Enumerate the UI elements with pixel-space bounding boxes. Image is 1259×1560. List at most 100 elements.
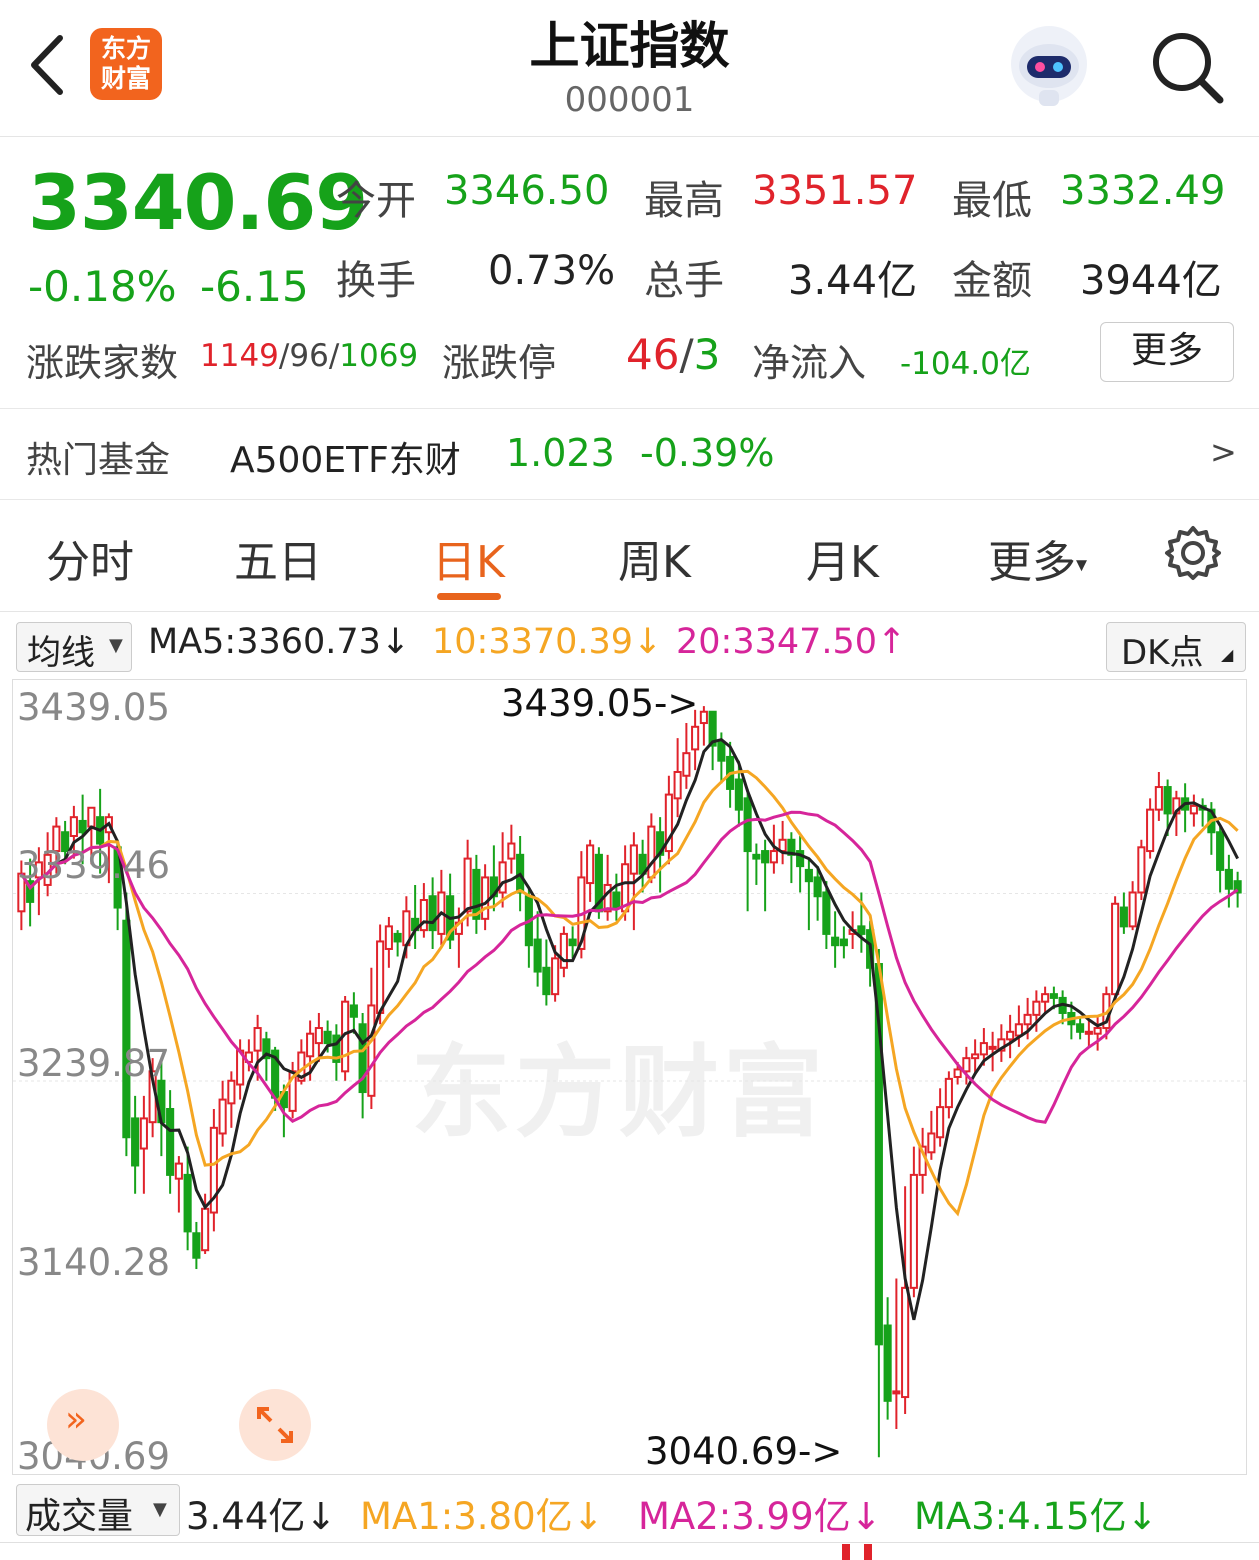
- candle-body: [691, 725, 700, 751]
- turnover-value: 0.73%: [488, 248, 616, 294]
- breadth-values: 1149/96/1069: [200, 338, 419, 374]
- open-value: 3346.50: [444, 168, 610, 214]
- dk-button-label: DK点: [1121, 633, 1204, 673]
- turnover-label: 换手: [336, 258, 416, 304]
- candle-body: [323, 1030, 332, 1045]
- candle-body: [892, 1390, 901, 1395]
- y-tick-label: 3140.28: [17, 1241, 171, 1284]
- double-chevron-icon: »: [65, 1399, 88, 1440]
- candle-body: [306, 1032, 315, 1058]
- low-value: 3332.49: [1060, 168, 1226, 214]
- tab-more[interactable]: 更多▾: [988, 526, 1087, 590]
- corner-triangle-icon: ◢: [1221, 645, 1234, 664]
- breadth-flat: 96: [289, 338, 329, 374]
- candle-body: [384, 925, 393, 950]
- dk-point-button[interactable]: DK点 ◢: [1106, 622, 1246, 673]
- ma10-line: [20, 769, 1239, 1217]
- candle-body: [559, 932, 568, 969]
- ma-selector[interactable]: 均线 ▼: [16, 622, 132, 673]
- change-amount: -6.15: [200, 262, 309, 311]
- candle-body: [1084, 1030, 1093, 1035]
- amount-label: 金额: [952, 258, 1032, 304]
- hot-fund-label: 热门基金: [26, 440, 171, 481]
- candle-body: [139, 1117, 148, 1150]
- candle-body: [367, 1004, 376, 1097]
- tab-weekly-k[interactable]: 周K: [618, 526, 691, 590]
- tab-monthly-k[interactable]: 月K: [806, 526, 879, 590]
- limit-label: 涨跌停: [442, 341, 557, 385]
- candle-body: [69, 816, 78, 838]
- open-label: 今开: [336, 178, 416, 224]
- candle-body: [227, 1079, 236, 1105]
- tab-more-label: 更多: [988, 537, 1076, 588]
- candle-body: [1128, 891, 1137, 928]
- candle-body: [831, 936, 840, 947]
- candle-body: [971, 1053, 980, 1060]
- volume-selector[interactable]: 成交量 ▼: [16, 1484, 180, 1537]
- candle-body: [804, 868, 813, 883]
- candle-body: [1076, 1023, 1085, 1033]
- candle-body: [752, 853, 761, 860]
- candle-body: [1093, 1027, 1102, 1035]
- more-button[interactable]: 更多: [1100, 322, 1234, 382]
- expand-left-button[interactable]: »: [47, 1389, 119, 1461]
- candle-body: [682, 752, 691, 777]
- caret-down-icon: ▼: [109, 635, 123, 656]
- high-value: 3351.57: [752, 168, 918, 214]
- fullscreen-button[interactable]: [239, 1389, 311, 1461]
- candle-body: [761, 850, 770, 864]
- tab-five-day[interactable]: 五日: [234, 526, 322, 590]
- kline-chart[interactable]: 东方财富 3439.05 3339.46 3239.87 3140.28 304…: [12, 679, 1247, 1478]
- candle-body: [1119, 906, 1128, 928]
- volume-ma1: MA1:3.80亿↓: [360, 1495, 604, 1538]
- divider: [0, 611, 1259, 612]
- candle-body: [936, 1106, 945, 1139]
- breadth-up: 1149: [200, 338, 279, 374]
- candle-body: [1163, 786, 1172, 815]
- candle-body: [463, 857, 472, 913]
- robot-assistant-icon[interactable]: [1003, 24, 1095, 110]
- candle-body: [1137, 846, 1146, 894]
- candle-body: [1049, 993, 1058, 999]
- candle-body: [166, 1107, 175, 1176]
- search-icon[interactable]: [1148, 28, 1226, 106]
- candle-body: [857, 925, 866, 935]
- low-label: 最低: [952, 178, 1032, 224]
- limit-down: 3: [693, 330, 721, 379]
- candle-body: [183, 1173, 192, 1233]
- candle-body: [962, 1057, 971, 1073]
- ma20-line: [20, 810, 1239, 1124]
- candle-body: [1032, 1000, 1041, 1016]
- candle-body: [1111, 902, 1120, 996]
- candle-body: [174, 1162, 183, 1180]
- candle-body: [201, 1207, 210, 1252]
- tab-daily-k[interactable]: 日K: [432, 526, 505, 590]
- candle-body: [988, 1045, 997, 1050]
- settings-gear-icon[interactable]: [1164, 524, 1222, 582]
- candle-body: [533, 938, 542, 973]
- y-tick-label: 3239.87: [17, 1042, 171, 1085]
- app-header: 东方 财富 上证指数 000001: [0, 0, 1259, 137]
- candle-body: [568, 938, 577, 947]
- candle-body: [192, 1232, 201, 1259]
- volume-ma3: MA3:4.15亿↓: [914, 1495, 1158, 1538]
- hot-fund-row[interactable]: 热门基金 A500ETF东财 1.023 -0.39% >: [0, 408, 1259, 500]
- volume-ma2: MA2:3.99亿↓: [638, 1495, 882, 1538]
- candle-body: [1216, 831, 1225, 871]
- fund-change: -0.39%: [640, 431, 775, 475]
- candle-body: [944, 1077, 953, 1109]
- ma20-value: 20:3347.50↑: [676, 622, 907, 662]
- divider: [0, 1542, 1259, 1543]
- candle-body: [1041, 993, 1050, 1003]
- change-percent: -0.18%: [28, 262, 177, 311]
- candle-body: [769, 850, 778, 864]
- candle-body: [1014, 1023, 1023, 1037]
- candle-body: [314, 1027, 323, 1045]
- candle-body: [647, 825, 656, 879]
- candle-body: [253, 1027, 262, 1052]
- tab-intraday[interactable]: 分时: [46, 526, 134, 590]
- candle-body: [822, 891, 831, 935]
- volume-bar: [842, 1544, 850, 1560]
- fund-price: 1.023: [506, 431, 615, 475]
- kline-svg: [13, 706, 1246, 1458]
